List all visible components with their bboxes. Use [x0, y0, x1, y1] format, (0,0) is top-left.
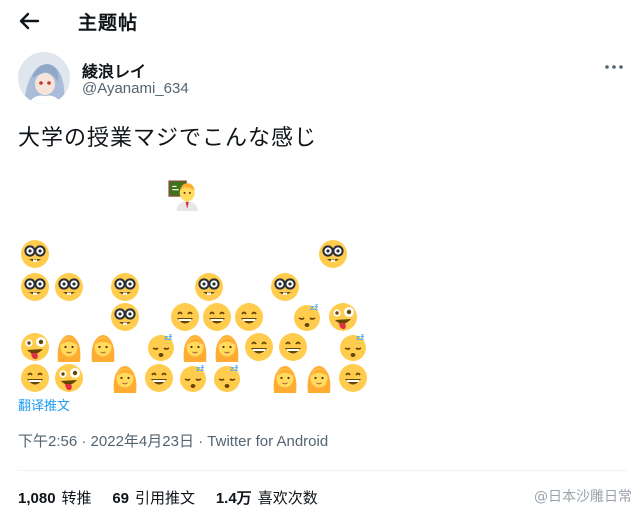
- grinning-face-emoji-icon: [202, 302, 232, 332]
- sleeping-face-emoji-icon: [338, 332, 368, 362]
- tweet-date[interactable]: 2022年4月23日: [91, 433, 194, 450]
- avatar[interactable]: [18, 52, 70, 104]
- grinning-face-emoji-icon: [144, 363, 174, 393]
- sleeping-face-emoji-icon: [178, 363, 208, 393]
- woman-emoji-icon: [180, 332, 210, 362]
- meta-separator: ·: [77, 433, 91, 450]
- zany-face-emoji-icon: [20, 332, 50, 362]
- nerd-face-emoji-icon: [270, 272, 300, 302]
- watermark: @日本沙雕日常: [534, 489, 632, 505]
- woman-emoji-icon: [270, 363, 300, 393]
- nerd-face-emoji-icon: [110, 272, 140, 302]
- back-arrow-icon[interactable]: [14, 6, 44, 36]
- grinning-face-emoji-icon: [338, 363, 368, 393]
- sleeping-face-emoji-icon: [146, 332, 176, 362]
- emoji-classroom: zz z: [14, 175, 374, 395]
- quote-tweet-count[interactable]: 69 引用推文: [112, 487, 195, 508]
- woman-emoji-icon: [110, 363, 140, 393]
- nerd-face-emoji-icon: [110, 302, 140, 332]
- divider: [18, 470, 628, 471]
- nerd-face-emoji-icon: [20, 239, 50, 269]
- tweet-metadata: 下午2:56 · 2022年4月23日 · Twitter for Androi…: [18, 430, 328, 451]
- page-title: 主题帖: [78, 12, 139, 34]
- grinning-face-emoji-icon: [278, 332, 308, 362]
- more-options-icon[interactable]: [602, 56, 626, 78]
- grinning-face-emoji-icon: [170, 302, 200, 332]
- meta-separator: ·: [193, 433, 208, 450]
- woman-emoji-icon: [88, 332, 118, 362]
- sleeping-face-emoji-icon: [212, 363, 242, 393]
- sleeping-face-emoji-icon: [292, 302, 322, 332]
- nerd-face-emoji-icon: [194, 272, 224, 302]
- tweet-source[interactable]: Twitter for Android: [207, 433, 328, 450]
- grinning-face-emoji-icon: [234, 302, 264, 332]
- woman-emoji-icon: [54, 332, 84, 362]
- display-name[interactable]: 綾浪レイ: [82, 58, 146, 82]
- teacher-emoji-icon: [168, 179, 200, 211]
- zany-face-emoji-icon: [54, 363, 84, 393]
- grinning-face-emoji-icon: [20, 363, 50, 393]
- top-bar: 主题帖: [0, 0, 640, 42]
- translate-tweet-link[interactable]: 翻译推文: [18, 395, 70, 414]
- tweet-text: 大学の授業マジでこんな感じ: [18, 126, 318, 151]
- tweet-author: 綾浪レイ @Ayanami_634: [18, 52, 628, 106]
- like-count[interactable]: 1.4万 喜欢次数: [216, 487, 318, 508]
- grinning-face-emoji-icon: [244, 332, 274, 362]
- zany-face-emoji-icon: [328, 302, 358, 332]
- nerd-face-emoji-icon: [20, 272, 50, 302]
- user-handle[interactable]: @Ayanami_634: [82, 80, 189, 97]
- tweet-stats: 1,080 转推 69 引用推文 1.4万 喜欢次数: [18, 487, 334, 508]
- woman-emoji-icon: [304, 363, 334, 393]
- woman-emoji-icon: [212, 332, 242, 362]
- nerd-face-emoji-icon: [54, 272, 84, 302]
- retweet-count[interactable]: 1,080 转推: [18, 487, 92, 508]
- nerd-face-emoji-icon: [318, 239, 348, 269]
- tweet-time: 下午2:56: [18, 433, 78, 450]
